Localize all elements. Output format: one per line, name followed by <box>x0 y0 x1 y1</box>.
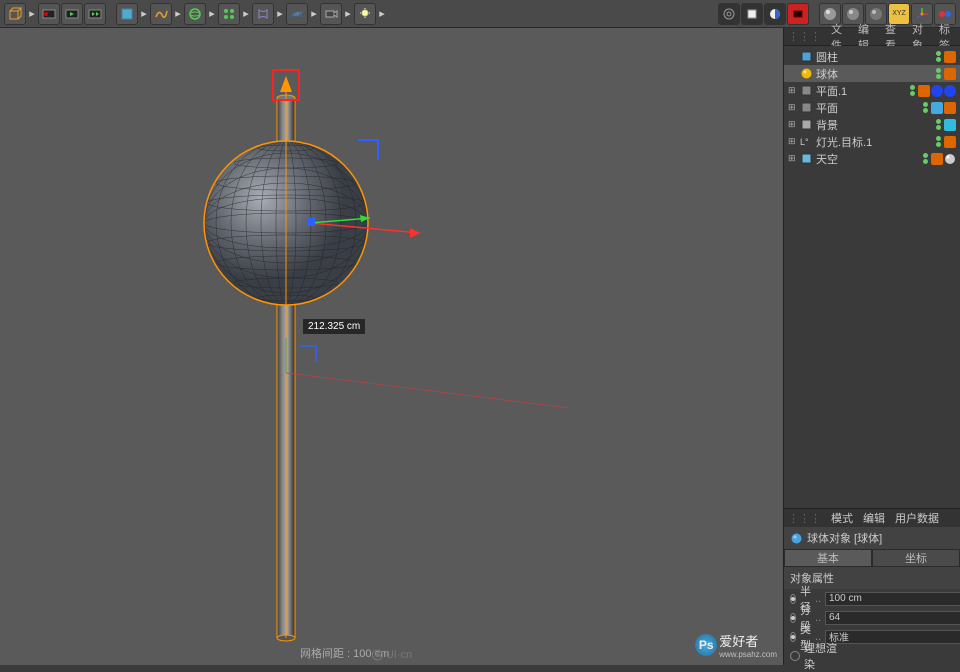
render-region-icon[interactable] <box>741 3 763 25</box>
tree-tags[interactable] <box>931 102 956 114</box>
nurbs-icon[interactable] <box>184 3 206 25</box>
tree-label: 背景 <box>816 117 931 133</box>
tree-row[interactable]: ⊞ L° 灯光.目标.1 <box>784 133 960 150</box>
tree-tags[interactable] <box>931 153 956 165</box>
tab-basic[interactable]: 基本 <box>784 549 872 567</box>
attr-menu-edit[interactable]: 编辑 <box>863 510 885 526</box>
expand-icon[interactable]: ⊞ <box>788 119 797 130</box>
attr-menu-userdata[interactable]: 用户数据 <box>895 510 939 526</box>
main-toolbar: ▸ ▸ ▸ ▸ ▸ ▸ ▸ ▸ ▸ XYZ <box>0 0 960 28</box>
tree-row[interactable]: ⊞ 背景 <box>784 116 960 133</box>
tree-label: 球体 <box>816 66 931 82</box>
tree-tags[interactable] <box>944 68 956 80</box>
right-panel: ⋮⋮⋮ 文件 编辑 查看 对象 标签 圆柱 球体 ⊞ 平面.1 ⊞ 平面 ⊞ 背… <box>783 28 960 665</box>
render-view-icon[interactable] <box>718 3 740 25</box>
tree-row[interactable]: ⊞ 平面 <box>784 99 960 116</box>
light-icon[interactable] <box>354 3 376 25</box>
tree-tags[interactable] <box>918 85 956 97</box>
attr-radio[interactable] <box>790 632 796 642</box>
primitive-icon[interactable] <box>116 3 138 25</box>
viewport[interactable]: 212.325 cm 网格间距 : 100 cm UI·cn Ps 爱好者 ww… <box>0 28 783 665</box>
visibility-toggle[interactable] <box>936 136 941 147</box>
attr-row: 理想渲染 <box>784 646 960 665</box>
attr-input[interactable] <box>825 630 960 644</box>
visibility-toggle[interactable] <box>936 51 941 62</box>
floor-icon[interactable] <box>286 3 308 25</box>
visibility-toggle[interactable] <box>936 68 941 79</box>
dropdown-icon[interactable]: ▸ <box>241 3 251 25</box>
attr-input[interactable] <box>825 611 960 625</box>
tree-row[interactable]: 球体 <box>784 65 960 82</box>
spline-icon[interactable] <box>150 3 172 25</box>
expand-icon[interactable]: ⊞ <box>788 136 797 147</box>
tree-tags[interactable] <box>944 119 956 131</box>
deformer-icon[interactable] <box>252 3 274 25</box>
visibility-toggle[interactable] <box>910 85 915 96</box>
ui-watermark: UI·cn <box>371 649 412 661</box>
array-icon[interactable] <box>218 3 240 25</box>
dropdown-icon[interactable]: ▸ <box>207 3 217 25</box>
expand-icon[interactable]: ⊞ <box>788 153 797 164</box>
attr-radio[interactable] <box>790 594 796 604</box>
visibility-toggle[interactable] <box>923 153 928 164</box>
camera-icon[interactable] <box>320 3 342 25</box>
tree-tags[interactable] <box>944 51 956 63</box>
tree-label: 平面 <box>816 100 918 116</box>
tree-row[interactable]: ⊞ 平面.1 <box>784 82 960 99</box>
tree-label: 平面.1 <box>816 83 905 99</box>
tree-label: 天空 <box>816 151 918 167</box>
tree-row[interactable]: 圆柱 <box>784 48 960 65</box>
scene-canvas <box>0 28 783 665</box>
play-icon[interactable] <box>61 3 83 25</box>
attr-menu-mode[interactable]: 模式 <box>831 510 853 526</box>
render-half-icon[interactable] <box>764 3 786 25</box>
tree-label: 圆柱 <box>816 49 931 65</box>
attributes-panel: ⋮⋮⋮ 模式 编辑 用户数据 球体对象 [球体] 基本 坐标 对象属性 半径..… <box>784 508 960 665</box>
tree-tags[interactable] <box>944 136 956 148</box>
attr-radio[interactable] <box>790 651 800 661</box>
visibility-toggle[interactable] <box>923 102 928 113</box>
attr-input[interactable] <box>825 592 960 606</box>
tree-label: 灯光.目标.1 <box>816 134 931 150</box>
attr-label: 理想渲染 <box>804 640 844 672</box>
dropdown-icon[interactable]: ▸ <box>377 3 387 25</box>
tree-row[interactable]: ⊞ 天空 <box>784 150 960 167</box>
expand-icon[interactable]: ⊞ <box>788 102 797 113</box>
dropdown-icon[interactable]: ▸ <box>173 3 183 25</box>
measurement-label: 212.325 cm <box>303 319 365 334</box>
object-tree[interactable]: 圆柱 球体 ⊞ 平面.1 ⊞ 平面 ⊞ 背景 ⊞ L° 灯光.目标.1 ⊞ 天空 <box>784 46 960 196</box>
record-icon[interactable] <box>38 3 60 25</box>
render-active-icon[interactable] <box>787 3 809 25</box>
play-range-icon[interactable] <box>84 3 106 25</box>
ps-watermark: Ps 爱好者 www.psahz.com <box>695 631 777 659</box>
attr-object-title: 球体对象 [球体] <box>784 527 960 549</box>
expand-icon[interactable]: ⊞ <box>788 85 797 96</box>
dropdown-icon[interactable]: ▸ <box>27 3 37 25</box>
dropdown-icon[interactable]: ▸ <box>343 3 353 25</box>
tab-coord[interactable]: 坐标 <box>872 549 960 567</box>
attr-radio[interactable] <box>790 613 796 623</box>
dropdown-icon[interactable]: ▸ <box>275 3 285 25</box>
dropdown-icon[interactable]: ▸ <box>309 3 319 25</box>
object-panel-header: ⋮⋮⋮ 文件 编辑 查看 对象 标签 <box>784 28 960 46</box>
cube-icon[interactable] <box>4 3 26 25</box>
visibility-toggle[interactable] <box>936 119 941 130</box>
dropdown-icon[interactable]: ▸ <box>139 3 149 25</box>
